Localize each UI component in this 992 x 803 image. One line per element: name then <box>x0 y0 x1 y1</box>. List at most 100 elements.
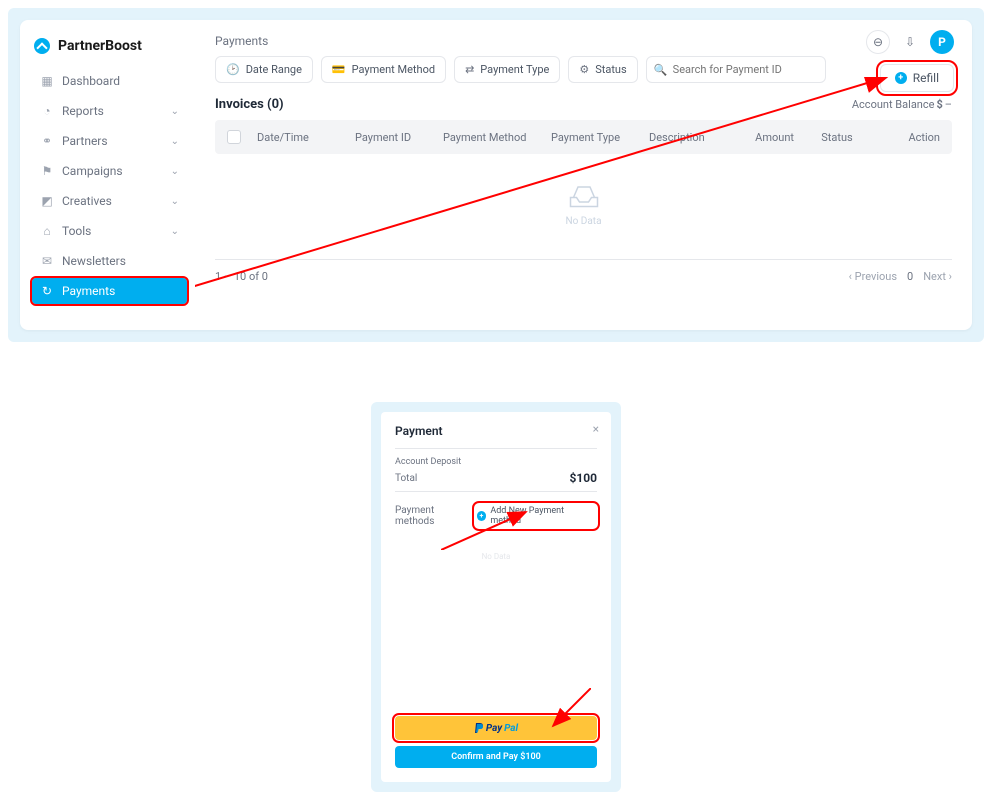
sidebar-item-label: Dashboard <box>62 74 120 88</box>
chevron-down-icon: ⌄ <box>171 226 179 237</box>
col-date: Date/Time <box>257 131 347 144</box>
header-icons: ⊖ ⇩ P <box>866 30 954 54</box>
sidebar-item-payments[interactable]: ↻ Payments <box>32 278 187 304</box>
sidebar-item-label: Reports <box>62 104 104 118</box>
pager-next[interactable]: Next › <box>923 270 952 283</box>
add-payment-label: Add New Payment method <box>490 506 595 526</box>
sidebar-item-label: Tools <box>62 224 91 238</box>
inbox-icon <box>566 182 602 210</box>
paypal-button[interactable]: PayPal <box>395 716 597 740</box>
profile-avatar[interactable]: P <box>930 30 954 54</box>
sidebar-item-partners[interactable]: ⚭ Partners ⌄ <box>32 128 187 154</box>
deposit-label: Account Deposit <box>395 457 597 467</box>
search-input[interactable] <box>646 56 826 83</box>
paypal-text-pay: Pay <box>486 723 502 734</box>
search-icon: 🔍 <box>654 63 668 76</box>
filter-label: Status <box>595 63 626 76</box>
col-payment-id: Payment ID <box>355 131 435 144</box>
chevron-down-icon: ⌄ <box>171 166 179 177</box>
no-data-label: No Data <box>565 216 601 227</box>
refill-label: Refill <box>913 71 939 85</box>
table-header: Date/Time Payment ID Payment Method Paym… <box>215 120 952 154</box>
chevron-down-icon: ⌄ <box>171 106 179 117</box>
search-wrap: 🔍 <box>646 56 826 83</box>
newsletters-icon: ✉ <box>40 254 54 268</box>
account-balance: Account Balance $ – <box>852 98 952 111</box>
sidebar-item-campaigns[interactable]: ⚑ Campaigns ⌄ <box>32 158 187 184</box>
modal-no-data: No Data <box>395 532 597 716</box>
col-payment-method: Payment Method <box>443 131 543 144</box>
add-payment-method-button[interactable]: + Add New Payment method <box>477 506 595 526</box>
currency-symbol: $ <box>936 98 942 111</box>
brand-icon <box>34 38 50 54</box>
tools-icon: ⌂ <box>40 224 54 238</box>
account-balance-label: Account Balance <box>852 98 935 111</box>
select-all-checkbox[interactable] <box>227 130 241 144</box>
reports-icon: ◔ <box>40 104 54 118</box>
divider <box>395 491 597 492</box>
total-value: $100 <box>569 471 597 485</box>
sidebar-item-label: Partners <box>62 134 108 148</box>
filter-payment-method[interactable]: 💳 Payment Method <box>321 56 446 83</box>
invoices-title: Invoices (0) <box>215 97 284 112</box>
sidebar-item-dashboard[interactable]: ▦ Dashboard <box>32 68 187 94</box>
payment-modal: × Payment Account Deposit Total $100 Pay… <box>381 412 611 782</box>
divider <box>215 259 952 260</box>
sidebar-item-label: Creatives <box>62 194 112 208</box>
sidebar-item-label: Payments <box>62 284 115 298</box>
chevron-down-icon: ⌄ <box>171 136 179 147</box>
filter-label: Payment Method <box>352 63 435 76</box>
sidebar-item-label: Newsletters <box>62 254 126 268</box>
balance-value: – <box>945 98 952 111</box>
brand: PartnerBoost <box>32 34 187 64</box>
payment-methods-label: Payment methods <box>395 505 475 527</box>
col-payment-type: Payment Type <box>551 131 641 144</box>
close-icon[interactable]: × <box>593 422 599 436</box>
col-status: Status <box>802 131 872 144</box>
modal-container: × Payment Account Deposit Total $100 Pay… <box>371 402 621 792</box>
clock-icon: 🕑 <box>226 63 240 76</box>
sidebar-item-tools[interactable]: ⌂ Tools ⌄ <box>32 218 187 244</box>
col-amount: Amount <box>714 131 794 144</box>
sidebar: PartnerBoost ▦ Dashboard ◔ Reports ⌄ ⚭ P… <box>20 20 195 330</box>
download-icon[interactable]: ⇩ <box>898 30 922 54</box>
plus-icon: + <box>477 511 487 521</box>
refill-highlight: + Refill <box>880 64 954 92</box>
filter-status[interactable]: ⚙ Status <box>568 56 637 83</box>
filter-payment-type[interactable]: ⇄ Payment Type <box>454 56 560 83</box>
paypal-icon <box>474 722 484 734</box>
pager-prev[interactable]: ‹ Previous <box>849 270 897 283</box>
col-action: Action <box>880 131 940 144</box>
payments-icon: ↻ <box>40 284 54 298</box>
plus-icon: + <box>895 72 907 84</box>
filter-label: Date Range <box>246 63 302 76</box>
minus-icon[interactable]: ⊖ <box>866 30 890 54</box>
creatives-icon: ◩ <box>40 194 54 208</box>
swap-icon: ⇄ <box>465 63 474 76</box>
confirm-label: Confirm and Pay $100 <box>451 752 541 762</box>
sidebar-item-label: Campaigns <box>62 164 123 178</box>
sliders-icon: ⚙ <box>579 63 589 76</box>
modal-title: Payment <box>395 424 597 438</box>
main-content: ⊖ ⇩ P Payments 🕑 Date Range 💳 Payment Me… <box>195 20 972 330</box>
invoices-header-row: Invoices (0) Account Balance $ – <box>215 97 952 112</box>
paypal-text-pal: Pal <box>504 723 518 734</box>
no-data-block: No Data <box>215 154 952 255</box>
brand-name: PartnerBoost <box>58 38 142 54</box>
total-label: Total <box>395 473 417 484</box>
filter-label: Payment Type <box>480 63 549 76</box>
divider <box>395 448 597 449</box>
col-description: Description <box>649 131 706 144</box>
chevron-down-icon: ⌄ <box>171 196 179 207</box>
sidebar-item-creatives[interactable]: ◩ Creatives ⌄ <box>32 188 187 214</box>
confirm-pay-button[interactable]: Confirm and Pay $100 <box>395 746 597 768</box>
app-shell: PartnerBoost ▦ Dashboard ◔ Reports ⌄ ⚭ P… <box>20 20 972 330</box>
refill-button[interactable]: + Refill <box>880 64 954 92</box>
sidebar-item-newsletters[interactable]: ✉ Newsletters <box>32 248 187 274</box>
filter-date-range[interactable]: 🕑 Date Range <box>215 56 313 83</box>
sidebar-item-reports[interactable]: ◔ Reports ⌄ <box>32 98 187 124</box>
dashboard-icon: ▦ <box>40 74 54 88</box>
page-title: Payments <box>215 34 952 48</box>
pager-range: 1 – 10 of 0 <box>215 270 268 283</box>
pager-current: 0 <box>907 270 913 283</box>
